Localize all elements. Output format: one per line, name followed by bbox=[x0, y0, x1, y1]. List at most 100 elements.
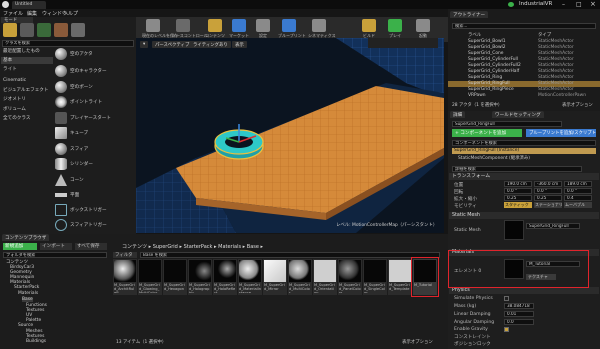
details-tab[interactable]: 詳細 bbox=[450, 111, 466, 118]
mobility-movable[interactable]: ムーバブル bbox=[564, 202, 592, 208]
tree-row[interactable]: Buildings bbox=[26, 339, 46, 344]
place-item-cube[interactable]: キューブ bbox=[54, 125, 134, 141]
outliner-col-label[interactable]: ラベル bbox=[468, 32, 481, 38]
tree-row[interactable]: StarterPack bbox=[14, 285, 39, 290]
perspective-button[interactable]: パースペクティブ bbox=[152, 41, 193, 48]
asset-tile[interactable]: M_SuperGrid_PanelColors bbox=[338, 259, 362, 295]
foliage-mode-button[interactable] bbox=[54, 23, 68, 37]
geometry-mode-button[interactable] bbox=[71, 23, 85, 37]
linear-damping-field[interactable]: 0.01 bbox=[504, 311, 534, 317]
minimize-icon[interactable]: – bbox=[562, 1, 565, 8]
save-all-button[interactable]: すべて保存 bbox=[75, 243, 107, 250]
rotation-x[interactable]: 0.0 ° bbox=[504, 188, 532, 194]
place-item-empty-character[interactable]: 空のキャラクター bbox=[54, 63, 134, 79]
mobility-static[interactable]: スタティック bbox=[504, 202, 532, 208]
asset-tile[interactable]: M_SuperGrid_Orientation bbox=[313, 259, 337, 295]
category-lights[interactable]: ライト bbox=[1, 66, 53, 73]
scale-x[interactable]: 0.25 bbox=[504, 195, 532, 201]
folder-search-input[interactable]: フォルダを検索 bbox=[3, 252, 107, 258]
asset-tile[interactable]: M_SuperGrid_MultiColor bbox=[288, 259, 312, 295]
tree-row[interactable]: Materials bbox=[18, 291, 38, 296]
menu-file[interactable]: ファイル bbox=[3, 10, 23, 17]
place-item-box-trigger[interactable]: ボックストリガー bbox=[54, 202, 134, 218]
menu-help[interactable]: ヘルプ bbox=[63, 10, 78, 17]
mass-field[interactable]: 38.084718 bbox=[504, 303, 534, 309]
outliner-search-input[interactable]: 検索... bbox=[452, 23, 596, 29]
asset-tile[interactable]: M_SuperGrid_Holographic bbox=[188, 259, 212, 295]
show-button[interactable]: 表示 bbox=[232, 41, 247, 48]
asset-tile[interactable]: M_SuperGrid_ArchitRuleB bbox=[113, 259, 137, 295]
breadcrumb-materials[interactable]: Materials bbox=[218, 244, 241, 250]
scale-y[interactable]: 0.25 bbox=[534, 195, 562, 201]
rotation-z[interactable]: 0.0 ° bbox=[564, 188, 592, 194]
component-search-input[interactable]: コンポーネントを検索 bbox=[452, 140, 596, 146]
outliner-col-type[interactable]: タイプ bbox=[538, 32, 551, 38]
category-basic[interactable]: 基本 bbox=[1, 57, 53, 64]
place-item-empty-actor[interactable]: 空のアクタ bbox=[54, 46, 134, 62]
outliner-tab[interactable]: アウトライナー bbox=[450, 11, 489, 18]
world-settings-tab[interactable]: ワールドセッティング bbox=[492, 111, 544, 118]
breadcrumb-content[interactable]: コンテンツ bbox=[122, 244, 147, 250]
mobility-stationary[interactable]: ステーショナリ bbox=[534, 202, 562, 208]
location-z[interactable]: 189.0 cm bbox=[564, 181, 592, 187]
instance-row[interactable]: SuperGrid_RingFull (Instance) bbox=[452, 148, 596, 154]
location-y[interactable]: -360.0 cm bbox=[534, 181, 562, 187]
static-mesh-thumbnail[interactable] bbox=[504, 220, 524, 240]
outliner-view-options[interactable]: 表示オプション bbox=[562, 102, 593, 108]
asset-tile[interactable]: M_SuperGrid_Hexagon bbox=[163, 259, 187, 295]
asset-tile[interactable]: M_SuperGrid_MaterialInstance bbox=[238, 259, 262, 295]
viewport-options-button[interactable]: ▾ bbox=[140, 41, 149, 48]
asset-tile[interactable]: M_SuperGrid_SingleColor bbox=[363, 259, 387, 295]
content-browser-tab[interactable]: コンテンツブラウザ bbox=[2, 234, 50, 241]
asset-search-input[interactable]: Base を検索 bbox=[140, 252, 440, 258]
static-mesh-picker[interactable]: SuperGrid_RingFull bbox=[526, 223, 580, 229]
outliner-row[interactable]: VRPawn MotionControllerPawn bbox=[448, 93, 600, 99]
component-row[interactable]: StaticMeshComponent (継承済み) bbox=[458, 155, 530, 161]
add-component-button[interactable]: + コンポーネントを追加 bbox=[452, 129, 522, 137]
maximize-icon[interactable]: □ bbox=[576, 1, 582, 8]
static-mesh-section[interactable]: Static Mesh bbox=[449, 212, 599, 219]
scale-z[interactable]: 0.4 bbox=[564, 195, 592, 201]
simulate-physics-checkbox[interactable] bbox=[504, 296, 509, 301]
enable-gravity-checkbox[interactable] bbox=[504, 327, 509, 332]
blueprint-script-button[interactable]: ブループリントを追加/スクリプトを編集 bbox=[526, 129, 596, 137]
physics-section[interactable]: Physics bbox=[449, 287, 599, 294]
place-mode-button[interactable] bbox=[3, 23, 17, 37]
asset-tile[interactable]: M_SuperGrid_Template bbox=[388, 259, 412, 295]
place-item-plane[interactable]: 平面 bbox=[54, 187, 134, 203]
close-icon[interactable]: × bbox=[590, 0, 596, 8]
breadcrumb-supergrid[interactable]: SuperGrid bbox=[153, 244, 178, 250]
add-new-button[interactable]: 新規追加 bbox=[3, 243, 37, 250]
place-item-point-light[interactable]: ポイントライト bbox=[54, 94, 134, 110]
category-cinematic[interactable]: Cinematic bbox=[1, 77, 53, 84]
lit-mode-button[interactable]: ライティングあり bbox=[190, 41, 231, 48]
place-item-empty-pawn[interactable]: 空のポーン bbox=[54, 79, 134, 95]
breadcrumb-starterpack[interactable]: StarterPack bbox=[184, 244, 213, 250]
category-volumes[interactable]: ボリューム bbox=[1, 106, 53, 113]
breadcrumb-base[interactable]: Base bbox=[247, 244, 259, 250]
import-button[interactable]: インポート bbox=[40, 243, 72, 250]
place-item-sphere[interactable]: スフィア bbox=[54, 141, 134, 157]
cb-view-options[interactable]: 表示オプション bbox=[402, 339, 433, 345]
tree-row[interactable]: Source bbox=[18, 323, 33, 328]
category-recent[interactable]: 最近配置したもの bbox=[1, 48, 53, 55]
category-geometry[interactable]: ジオメトリ bbox=[1, 96, 53, 103]
category-vfx[interactable]: ビジュアルエフェクト bbox=[1, 87, 53, 94]
rotation-y[interactable]: 0.0 ° bbox=[534, 188, 562, 194]
place-item-sphere-trigger[interactable]: スフィアトリガー bbox=[54, 217, 134, 233]
tree-row-selected[interactable]: Base bbox=[22, 297, 33, 302]
asset-tile[interactable]: M_SuperGrid_HoloReflect bbox=[213, 259, 237, 295]
place-item-cone[interactable]: コーン bbox=[54, 172, 134, 188]
filter-button[interactable]: フィルタ bbox=[113, 252, 137, 258]
asset-tile[interactable]: M_SuperGrid_Mirror bbox=[263, 259, 287, 295]
place-item-cylinder[interactable]: シリンダー bbox=[54, 156, 134, 172]
actor-name-field[interactable]: SuperGrid_RingFull bbox=[452, 121, 562, 127]
asset-tile[interactable]: M_SuperGrid_Glowing_MultiColor bbox=[138, 259, 162, 295]
level-tab[interactable]: Untitled bbox=[12, 1, 46, 9]
angular-damping-field[interactable]: 0.0 bbox=[504, 319, 534, 325]
level-viewport[interactable]: ▾ パースペクティブ ライティングあり 表示 レベル: MotionContro… bbox=[136, 38, 444, 233]
landscape-mode-button[interactable] bbox=[37, 23, 51, 37]
location-x[interactable]: 190.0 cm bbox=[504, 181, 532, 187]
transform-section[interactable]: トランスフォーム bbox=[449, 173, 599, 180]
category-all-classes[interactable]: 全てのクラス bbox=[1, 115, 53, 122]
